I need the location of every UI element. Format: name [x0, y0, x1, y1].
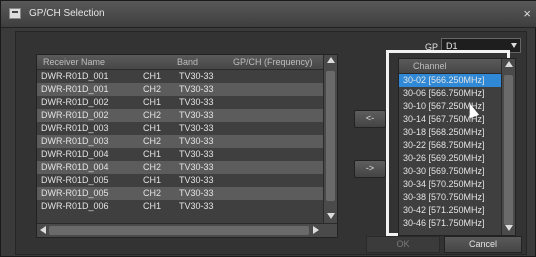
- receiver-band: TV30-33: [179, 201, 214, 211]
- receiver-name: DWR-R01D_002: [41, 110, 109, 120]
- receiver-row[interactable]: DWR-R01D_003 CH1 TV30-33: [37, 122, 323, 135]
- receiver-band: TV30-33: [179, 110, 214, 120]
- scroll-up-arrow-icon[interactable]: [505, 61, 513, 67]
- receiver-name: DWR-R01D_006: [41, 201, 109, 211]
- column-header-receiver-name[interactable]: Receiver Name: [43, 57, 105, 67]
- receiver-name: DWR-R01D_001: [41, 84, 109, 94]
- receiver-band: TV30-33: [179, 84, 214, 94]
- receiver-list-horizontal-scrollbar[interactable]: [37, 223, 337, 237]
- receiver-row[interactable]: DWR-R01D_004 CH1 TV30-33: [37, 148, 323, 161]
- channel-item-label: 30-18 [568.250MHz]: [403, 127, 485, 137]
- scrollbar-thumb[interactable]: [326, 71, 335, 201]
- receiver-name: DWR-R01D_004: [41, 149, 109, 159]
- app-icon: [9, 8, 21, 19]
- receiver-list-header: Receiver Name Band GP/CH (Frequency): [37, 55, 323, 70]
- channel-item[interactable]: 30-14 [567.750MHz]: [399, 113, 501, 126]
- scroll-right-arrow-icon[interactable]: [313, 226, 319, 234]
- scroll-down-arrow-icon[interactable]: [327, 213, 335, 219]
- receiver-channel: CH1: [143, 123, 162, 133]
- receiver-name: DWR-R01D_005: [41, 188, 109, 198]
- channel-item[interactable]: 30-18 [568.250MHz]: [399, 126, 501, 139]
- receiver-row[interactable]: DWR-R01D_002 CH2 TV30-33: [37, 109, 323, 122]
- receiver-band: TV30-33: [179, 71, 214, 81]
- channel-item-label: 30-06 [566.750MHz]: [403, 88, 485, 98]
- receiver-band: TV30-33: [179, 136, 214, 146]
- receiver-channel: CH1: [143, 149, 162, 159]
- channel-item-label: 30-42 [571.250MHz]: [403, 205, 485, 215]
- channel-item[interactable]: 30-30 [569.750MHz]: [399, 165, 501, 178]
- scrollbar-thumb[interactable]: [49, 226, 309, 235]
- cancel-button[interactable]: Cancel: [444, 236, 522, 253]
- receiver-row[interactable]: DWR-R01D_005 CH1 TV30-33: [37, 174, 323, 187]
- ok-button[interactable]: OK: [366, 236, 440, 253]
- receiver-list[interactable]: Receiver Name Band GP/CH (Frequency) DWR…: [36, 54, 338, 238]
- gp-ch-selection-dialog: GP/CH Selection × Receiver Name Band GP/…: [0, 0, 536, 257]
- scroll-left-arrow-icon[interactable]: [40, 226, 46, 234]
- channel-item[interactable]: 30-02 [566.250MHz]: [399, 74, 501, 87]
- channel-item[interactable]: 30-22 [568.750MHz]: [399, 139, 501, 152]
- receiver-channel: CH1: [143, 97, 162, 107]
- receiver-name: DWR-R01D_003: [41, 136, 109, 146]
- receiver-channel: CH2: [143, 162, 162, 172]
- receiver-band: TV30-33: [179, 123, 214, 133]
- close-icon[interactable]: ×: [523, 6, 531, 21]
- channel-item-label: 30-02 [566.250MHz]: [403, 75, 485, 85]
- receiver-channel: CH1: [143, 71, 162, 81]
- receiver-channel: CH1: [143, 175, 162, 185]
- channel-item[interactable]: 30-10 [567.250MHz]: [399, 100, 501, 113]
- channel-item[interactable]: 30-42 [571.250MHz]: [399, 204, 501, 217]
- receiver-band: TV30-33: [179, 175, 214, 185]
- channel-item[interactable]: 30-34 [570.250MHz]: [399, 178, 501, 191]
- receiver-row[interactable]: DWR-R01D_003 CH2 TV30-33: [37, 135, 323, 148]
- channel-list[interactable]: Channel 30-02 [566.250MHz] 30-06 [566.75…: [398, 58, 516, 236]
- receiver-band: TV30-33: [179, 97, 214, 107]
- receiver-row[interactable]: DWR-R01D_002 CH1 TV30-33: [37, 96, 323, 109]
- scroll-down-arrow-icon[interactable]: [505, 225, 513, 231]
- channel-item[interactable]: 30-46 [571.750MHz]: [399, 217, 501, 230]
- move-left-button[interactable]: <-: [354, 110, 386, 128]
- receiver-name: DWR-R01D_005: [41, 175, 109, 185]
- channel-item-label: 30-30 [569.750MHz]: [403, 166, 485, 176]
- receiver-channel: CH2: [143, 136, 162, 146]
- channel-item[interactable]: 30-26 [569.250MHz]: [399, 152, 501, 165]
- channel-item-label: 30-22 [568.750MHz]: [403, 140, 485, 150]
- receiver-band: TV30-33: [179, 149, 214, 159]
- channel-list-scrollbar[interactable]: [501, 59, 515, 235]
- channel-item[interactable]: 30-06 [566.750MHz]: [399, 87, 501, 100]
- receiver-channel: CH2: [143, 110, 162, 120]
- receiver-name: DWR-R01D_004: [41, 162, 109, 172]
- receiver-name: DWR-R01D_002: [41, 97, 109, 107]
- dialog-body: Receiver Name Band GP/CH (Frequency) DWR…: [15, 31, 527, 255]
- receiver-band: TV30-33: [179, 188, 214, 198]
- receiver-row[interactable]: DWR-R01D_004 CH2 TV30-33: [37, 161, 323, 174]
- receiver-channel: CH2: [143, 84, 162, 94]
- column-header-gpch-frequency[interactable]: GP/CH (Frequency): [233, 57, 313, 67]
- move-right-button[interactable]: ->: [354, 160, 386, 178]
- receiver-band: TV30-33: [179, 162, 214, 172]
- scrollbar-thumb[interactable]: [504, 75, 513, 225]
- receiver-row[interactable]: DWR-R01D_006 CH1 TV30-33: [37, 200, 323, 213]
- window-title: GP/CH Selection: [29, 8, 105, 19]
- channel-item-label: 30-34 [570.250MHz]: [403, 179, 485, 189]
- channel-list-header: Channel: [399, 59, 501, 74]
- column-header-channel: Channel: [413, 61, 447, 71]
- receiver-name: DWR-R01D_003: [41, 123, 109, 133]
- channel-item-label: 30-46 [571.750MHz]: [403, 218, 485, 228]
- channel-item[interactable]: 30-38 [570.750MHz]: [399, 191, 501, 204]
- channel-item-label: 30-26 [569.250MHz]: [403, 153, 485, 163]
- title-bar: GP/CH Selection ×: [1, 1, 536, 28]
- channel-item-label: 30-38 [570.750MHz]: [403, 192, 485, 202]
- receiver-channel: CH2: [143, 188, 162, 198]
- receiver-name: DWR-R01D_001: [41, 71, 109, 81]
- receiver-list-vertical-scrollbar[interactable]: [323, 55, 337, 223]
- receiver-row[interactable]: DWR-R01D_001 CH2 TV30-33: [37, 83, 323, 96]
- receiver-row[interactable]: DWR-R01D_001 CH1 TV30-33: [37, 70, 323, 83]
- receiver-channel: CH1: [143, 201, 162, 211]
- column-header-band[interactable]: Band: [177, 57, 198, 67]
- receiver-row[interactable]: DWR-R01D_005 CH2 TV30-33: [37, 187, 323, 200]
- scroll-up-arrow-icon[interactable]: [327, 57, 335, 63]
- chevron-down-icon: [511, 43, 517, 48]
